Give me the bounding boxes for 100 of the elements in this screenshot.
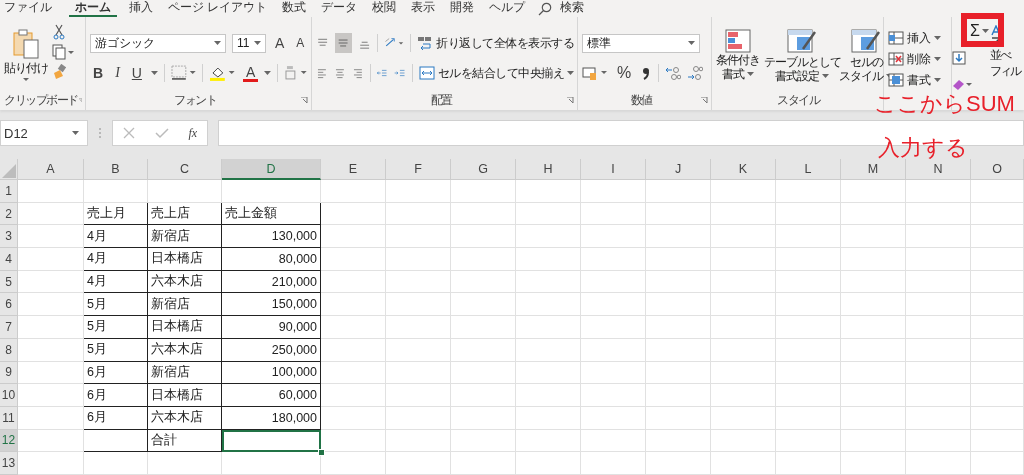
- caret-icon[interactable]: [264, 71, 272, 75]
- copy-icon[interactable]: [52, 44, 74, 60]
- ribbon-tab[interactable]: 表示: [407, 0, 447, 17]
- ribbon-tab[interactable]: 挿入: [125, 0, 164, 17]
- dialog-launcher-icon[interactable]: [301, 97, 308, 104]
- increase-decimal-icon[interactable]: [665, 65, 682, 81]
- row-header[interactable]: 5: [0, 270, 18, 294]
- grid-cell[interactable]: 売上月: [84, 202, 148, 226]
- style-button[interactable]: 条件付き 書式: [716, 29, 760, 91]
- row-header[interactable]: 3: [0, 225, 18, 249]
- cells-button[interactable]: 削除: [888, 50, 948, 68]
- style-button[interactable]: テーブルとして 書式設定: [764, 29, 840, 91]
- grid-cell[interactable]: 日本橋店: [148, 384, 222, 407]
- grid-cell[interactable]: 日本橋店: [148, 316, 222, 339]
- grid-cell[interactable]: 売上店: [148, 202, 222, 226]
- autosum-button[interactable]: Σ: [970, 23, 989, 39]
- ribbon-tab[interactable]: ヘルプ: [485, 0, 537, 17]
- column-header[interactable]: H: [516, 159, 581, 180]
- caret-icon[interactable]: [214, 41, 221, 45]
- currency-icon[interactable]: [582, 65, 608, 81]
- scissors-icon[interactable]: [52, 24, 66, 40]
- column-header[interactable]: D: [222, 159, 321, 180]
- search-label[interactable]: 検索: [556, 0, 596, 17]
- column-header[interactable]: M: [841, 159, 906, 180]
- grid-cell[interactable]: 六本木店: [148, 270, 222, 294]
- ribbon-tab[interactable]: 数式: [278, 0, 318, 17]
- merge-center-button[interactable]: セルを結合して中央揃え: [418, 64, 575, 82]
- caret-icon[interactable]: [150, 71, 158, 75]
- grid-cell[interactable]: 売上金額: [222, 202, 321, 226]
- grow-font-button[interactable]: A: [272, 35, 288, 51]
- grid-cell[interactable]: 90,000: [222, 316, 321, 339]
- grid-cell[interactable]: 250,000: [222, 338, 321, 362]
- row-header[interactable]: 9: [0, 361, 18, 385]
- row-header[interactable]: 13: [0, 452, 18, 475]
- row-header[interactable]: 7: [0, 316, 18, 339]
- row-header[interactable]: 12: [0, 429, 18, 453]
- fill-down-icon[interactable]: [952, 51, 966, 65]
- column-header[interactable]: I: [581, 159, 646, 180]
- check-icon[interactable]: [154, 127, 169, 139]
- search-icon[interactable]: [538, 1, 553, 16]
- grid-cell[interactable]: 新宿店: [148, 293, 222, 317]
- column-header[interactable]: J: [646, 159, 711, 180]
- grid-cell[interactable]: 4月: [84, 270, 148, 294]
- dialog-launcher-icon[interactable]: [701, 97, 708, 104]
- column-header[interactable]: E: [321, 159, 386, 180]
- row-header[interactable]: 11: [0, 406, 18, 430]
- column-header[interactable]: O: [971, 159, 1024, 180]
- font-color-button[interactable]: A: [243, 64, 259, 82]
- cells-button[interactable]: 書式: [888, 71, 948, 89]
- grid-cell[interactable]: 日本橋店: [148, 248, 222, 271]
- grid-cell[interactable]: 新宿店: [148, 361, 222, 385]
- middle-align-icon[interactable]: [335, 33, 352, 53]
- grid-cell[interactable]: [84, 429, 148, 453]
- grid-cell[interactable]: [222, 429, 321, 453]
- grid-cell[interactable]: 130,000: [222, 225, 321, 249]
- sort-filter-button[interactable]: 並べ フィル: [990, 21, 1020, 79]
- number-format-field[interactable]: 標準: [582, 33, 700, 53]
- caret-icon[interactable]: [254, 41, 261, 45]
- grid-cell[interactable]: 80,000: [222, 248, 321, 271]
- caret-icon[interactable]: [72, 131, 79, 135]
- insert-function-button[interactable]: fx: [188, 125, 198, 141]
- select-all-icon[interactable]: [2, 164, 16, 178]
- cancel-icon[interactable]: [122, 127, 135, 139]
- name-box[interactable]: D12: [0, 120, 88, 146]
- column-header[interactable]: F: [386, 159, 451, 180]
- ribbon-tab[interactable]: 開発: [446, 0, 486, 17]
- grid-cell[interactable]: 210,000: [222, 270, 321, 294]
- column-header[interactable]: C: [148, 159, 222, 180]
- ribbon-tab[interactable]: 校閲: [368, 0, 408, 17]
- caret-icon[interactable]: [688, 41, 695, 45]
- fill-handle[interactable]: [318, 449, 325, 456]
- grid-cell[interactable]: 60,000: [222, 384, 321, 407]
- ribbon-tab[interactable]: ファイル: [0, 0, 63, 17]
- grid-cell[interactable]: 新宿店: [148, 225, 222, 249]
- grid-cell[interactable]: 4月: [84, 248, 148, 271]
- bold-button[interactable]: B: [90, 65, 107, 81]
- column-header[interactable]: N: [906, 159, 971, 180]
- column-header[interactable]: A: [18, 159, 84, 180]
- format-painter-icon[interactable]: [52, 64, 66, 80]
- grid-cell[interactable]: 4月: [84, 225, 148, 249]
- grid-cell[interactable]: 5月: [84, 293, 148, 317]
- paste-button[interactable]: 貼り付け: [4, 21, 48, 91]
- italic-button[interactable]: I: [112, 65, 123, 81]
- grid-cell[interactable]: 6月: [84, 384, 148, 407]
- grid-cell[interactable]: 六本木店: [148, 338, 222, 362]
- grid-cell[interactable]: 合計: [148, 429, 222, 453]
- font-size-field[interactable]: 11: [232, 33, 266, 53]
- grid-cell[interactable]: 5月: [84, 338, 148, 362]
- grid-cell[interactable]: 六本木店: [148, 406, 222, 430]
- row-header[interactable]: 2: [0, 202, 18, 226]
- row-header[interactable]: 4: [0, 248, 18, 271]
- row-header[interactable]: 10: [0, 384, 18, 407]
- grip-icon[interactable]: [98, 126, 102, 140]
- ribbon-tab[interactable]: データ: [317, 0, 369, 17]
- column-header[interactable]: L: [776, 159, 841, 180]
- dialog-launcher-icon[interactable]: [567, 97, 574, 104]
- decrease-decimal-icon[interactable]: [687, 65, 704, 81]
- wrap-text-button[interactable]: 折り返して全体を表示する: [417, 34, 574, 52]
- corner-cell[interactable]: [0, 159, 18, 180]
- row-header[interactable]: 1: [0, 180, 18, 203]
